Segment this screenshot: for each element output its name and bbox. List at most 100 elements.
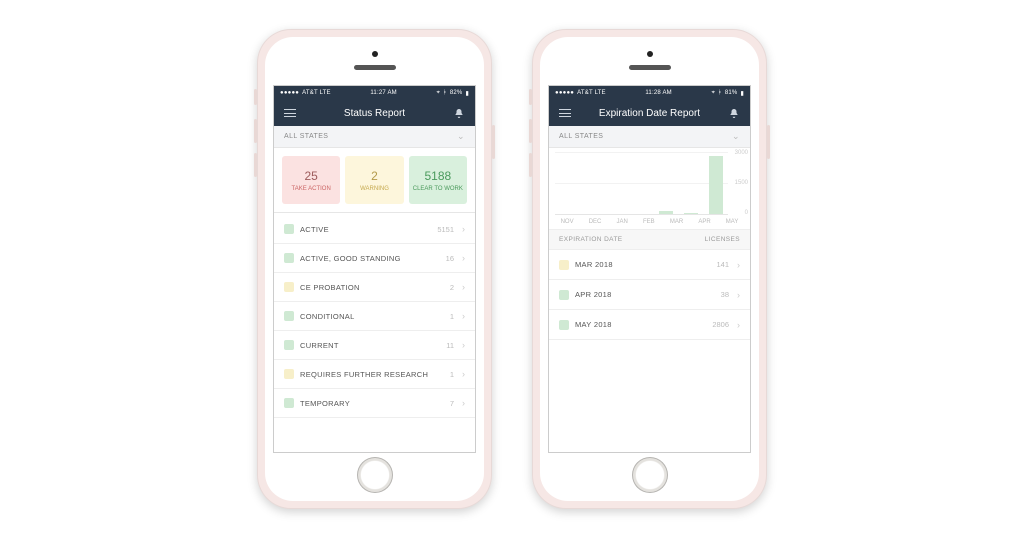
battery-label: 82% — [450, 90, 463, 96]
row-label: MAR 2018 — [575, 260, 710, 269]
app-nav-bar: Expiration Date Report — [549, 100, 750, 126]
row-count: 5151 — [437, 225, 454, 234]
phone-status-report: ●●●●● AT&T LTE 11:27 AM ⌖ ᚼ 82% ▮ Status… — [257, 29, 492, 509]
filter-label: ALL STATES — [559, 133, 603, 140]
chart-bar[interactable] — [709, 156, 723, 214]
location-icon: ⌖ — [711, 90, 715, 97]
card-count: 5188 — [424, 169, 451, 183]
chevron-right-icon: › — [462, 311, 465, 321]
battery-icon: ▮ — [740, 90, 744, 97]
row-label: MAY 2018 — [575, 320, 706, 329]
notifications-icon[interactable] — [728, 107, 740, 119]
x-tick: DEC — [589, 219, 602, 225]
list-row[interactable]: APR 2018 38 › — [549, 280, 750, 310]
phone-speaker — [354, 65, 396, 70]
clock-label: 11:27 AM — [370, 90, 397, 96]
card-count: 2 — [371, 169, 378, 183]
chevron-right-icon: › — [462, 340, 465, 350]
status-swatch — [284, 253, 294, 263]
status-swatch — [284, 398, 294, 408]
list-row[interactable]: MAR 2018141› — [549, 250, 750, 280]
row-label: CONDITIONAL — [300, 312, 444, 321]
app-nav-bar: Status Report — [274, 100, 475, 126]
card-label: WARNING — [360, 186, 389, 192]
row-label: APR 2018 — [575, 290, 715, 299]
chevron-right-icon: › — [462, 282, 465, 292]
clock-label: 11:28 AM — [645, 90, 672, 96]
location-icon: ⌖ — [436, 90, 440, 97]
list-row[interactable]: CE PROBATION 2 › — [274, 273, 475, 302]
row-label: TEMPORARY — [300, 399, 444, 408]
row-label: CE PROBATION — [300, 283, 444, 292]
list-row[interactable]: REQUIRES FURTHER RESEARCH 1 › — [274, 360, 475, 389]
chevron-right-icon: › — [462, 253, 465, 263]
status-swatch — [284, 311, 294, 321]
chevron-down-icon: ⌄ — [732, 131, 740, 142]
row-count: 1 — [450, 370, 454, 379]
battery-label: 81% — [725, 90, 738, 96]
front-camera — [372, 51, 378, 57]
chevron-right-icon: › — [462, 369, 465, 379]
carrier-label: AT&T LTE — [302, 90, 331, 96]
list-row[interactable]: ACTIVE5151› — [274, 215, 475, 244]
x-tick: MAR — [670, 219, 683, 225]
x-axis: NOVDECJANFEBMARAPRMAY — [549, 215, 750, 229]
status-cards: 25 TAKE ACTION 2 WARNING 5188 CLEAR TO W… — [274, 148, 475, 212]
status-swatch — [284, 340, 294, 350]
state-filter[interactable]: ALL STATES ⌄ — [549, 126, 750, 148]
list-row[interactable]: CONDITIONAL 1 › — [274, 302, 475, 331]
row-count: 7 — [450, 399, 454, 408]
y-tick-max: 3000 — [735, 150, 748, 156]
card-take-action[interactable]: 25 TAKE ACTION — [282, 156, 340, 204]
chart-bar[interactable] — [659, 211, 673, 214]
row-count: 1 — [450, 312, 454, 321]
home-button[interactable] — [357, 457, 393, 493]
state-filter[interactable]: ALL STATES ⌄ — [274, 126, 475, 148]
status-swatch — [559, 260, 569, 270]
menu-icon[interactable] — [559, 107, 571, 119]
row-label: REQUIRES FURTHER RESEARCH — [300, 370, 444, 379]
list-row[interactable]: TEMPORARY 7 › — [274, 389, 475, 418]
chevron-right-icon: › — [737, 290, 740, 300]
x-tick: JAN — [617, 219, 628, 225]
row-label: ACTIVE — [300, 225, 431, 234]
front-camera — [647, 51, 653, 57]
list-row[interactable]: MAY 2018 2806 › — [549, 310, 750, 340]
x-tick: FEB — [643, 219, 655, 225]
card-label: CLEAR TO WORK — [413, 186, 463, 192]
card-warning[interactable]: 2 WARNING — [345, 156, 403, 204]
status-list: ACTIVE5151›ACTIVE, GOOD STANDING16›CE PR… — [274, 215, 475, 452]
row-count: 38 — [721, 290, 729, 299]
y-tick-min: 0 — [745, 210, 748, 216]
expiration-chart: 3000 1500 0 NOVDECJANFEBMARAPRMAY — [549, 148, 750, 230]
status-swatch — [559, 290, 569, 300]
status-swatch — [284, 224, 294, 234]
ios-status-bar: ●●●●● AT&T LTE 11:27 AM ⌖ ᚼ 82% ▮ — [274, 86, 475, 100]
chevron-right-icon: › — [737, 320, 740, 330]
ios-status-bar: ●●●●● AT&T LTE 11:28 AM ⌖ ᚼ 81% ▮ — [549, 86, 750, 100]
th-date: EXPIRATION DATE — [559, 236, 623, 243]
chevron-down-icon: ⌄ — [457, 131, 465, 142]
list-row[interactable]: ACTIVE, GOOD STANDING16› — [274, 244, 475, 273]
row-count: 2 — [450, 283, 454, 292]
bluetooth-icon: ᚼ — [443, 90, 447, 96]
status-swatch — [559, 320, 569, 330]
row-count: 141 — [716, 260, 729, 269]
card-label: TAKE ACTION — [292, 186, 331, 192]
y-tick-mid: 1500 — [735, 180, 748, 186]
list-row[interactable]: CURRENT11› — [274, 331, 475, 360]
x-tick: NOV — [561, 219, 574, 225]
home-button[interactable] — [632, 457, 668, 493]
page-title: Expiration Date Report — [599, 108, 700, 119]
status-swatch — [284, 369, 294, 379]
chevron-right-icon: › — [462, 398, 465, 408]
notifications-icon[interactable] — [453, 107, 465, 119]
menu-icon[interactable] — [284, 107, 296, 119]
status-swatch — [284, 282, 294, 292]
screen: ●●●●● AT&T LTE 11:28 AM ⌖ ᚼ 81% ▮ Expira… — [548, 85, 751, 453]
carrier-label: AT&T LTE — [577, 90, 606, 96]
row-count: 2806 — [712, 320, 729, 329]
chart-bar[interactable] — [684, 213, 698, 214]
card-clear-to-work[interactable]: 5188 CLEAR TO WORK — [409, 156, 467, 204]
bluetooth-icon: ᚼ — [718, 90, 722, 96]
